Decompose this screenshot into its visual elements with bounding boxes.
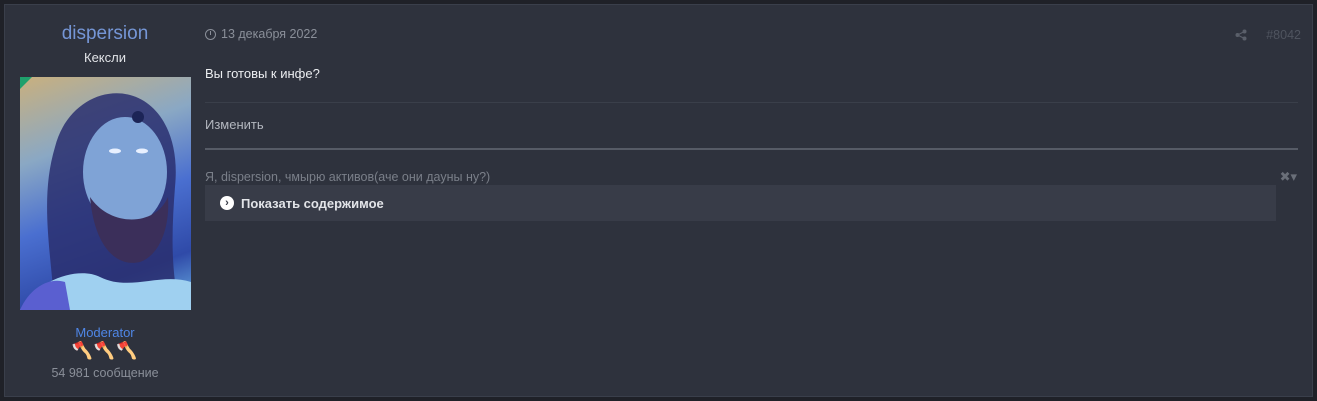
forum-post: dispersion Кексли Moderator 🪓🪓🪓 54 981 с… [4, 4, 1313, 397]
signature-divider [205, 148, 1298, 150]
message-count: 54 981 сообщение [51, 366, 159, 380]
share-icon[interactable] [1235, 29, 1247, 44]
share-icon-glyph [1235, 29, 1247, 41]
award-icons: 🪓🪓🪓 [71, 341, 139, 360]
chevron-right-icon: › [220, 196, 234, 210]
user-title: Кексли [84, 50, 126, 65]
post-date: 13 декабря 2022 [221, 27, 318, 41]
username-link[interactable]: dispersion [5, 23, 205, 45]
divider [205, 102, 1298, 103]
spoiler-label: Показать содержимое [241, 195, 384, 211]
signature-text: Я, dispersion, чмырю активов(аче они дау… [205, 170, 491, 184]
avatar-portrait [20, 93, 191, 310]
user-role: Moderator [75, 325, 135, 340]
edit-link[interactable]: Изменить [205, 117, 264, 132]
post-body: Вы готовы к инфе? [205, 66, 320, 81]
user-panel: dispersion Кексли Moderator 🪓🪓🪓 54 981 с… [5, 5, 205, 396]
post-main: 13 декабря 2022 #8042 Вы готовы к инфе? … [205, 5, 1311, 396]
post-date-link[interactable]: 13 декабря 2022 [205, 27, 317, 41]
post-number-link[interactable]: #8042 [1266, 28, 1301, 42]
signature-controls[interactable]: ✖▾ [1280, 169, 1297, 185]
online-indicator [20, 77, 32, 89]
avatar[interactable] [20, 77, 191, 310]
spoiler-toggle-button[interactable]: › Показать содержимое [205, 185, 1276, 221]
clock-icon [205, 28, 216, 40]
